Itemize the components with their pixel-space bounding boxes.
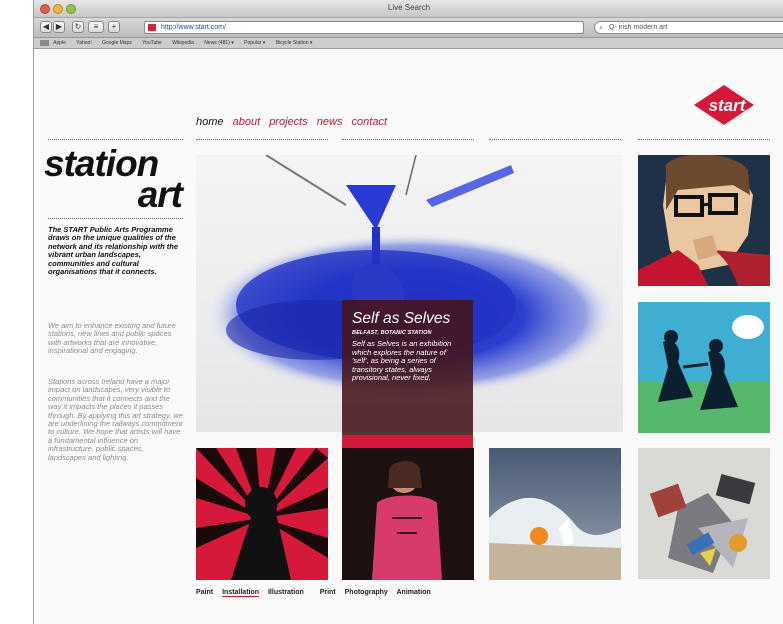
search-field[interactable]: ⌕ Q- irish modern art xyxy=(594,21,783,34)
thumbnail-figure[interactable] xyxy=(342,448,474,580)
divider xyxy=(638,139,770,140)
wave-orange-ball-photo-icon xyxy=(489,448,621,580)
caption-accent-bar xyxy=(342,435,473,448)
thumbnail-red-rays[interactable] xyxy=(196,448,328,580)
nav-news[interactable]: news xyxy=(317,116,343,128)
divider xyxy=(48,218,183,219)
back-arrow-icon[interactable]: ◀ xyxy=(40,21,52,33)
category-photography[interactable]: Photography xyxy=(345,589,388,596)
feature-caption[interactable]: Self as Selves BELFAST, BOTANIC STATION … xyxy=(342,300,473,435)
search-field-value: Q- irish modern art xyxy=(609,24,668,31)
bookmark-item[interactable]: Bicycle Station ▾ xyxy=(276,40,313,46)
browser-toolbar: ◀ ▶ ↻ ≡ + http://www.start.com/ ⌕ Q- iri… xyxy=(34,18,783,38)
feature-location: BELFAST, BOTANIC STATION xyxy=(352,330,432,336)
web-page: start home about projects news contact s… xyxy=(34,50,783,624)
logo-text: start xyxy=(709,96,747,115)
woman-in-pink-photo-icon xyxy=(342,448,474,580)
category-filter: Paint Installation Illustration Print Ph… xyxy=(196,589,438,597)
category-paint[interactable]: Paint xyxy=(196,589,213,596)
thumbnail-silhouettes[interactable] xyxy=(638,302,770,433)
bookmark-item[interactable]: Google Maps xyxy=(102,40,132,46)
browser-window: Live Search ◀ ▶ ↻ ≡ + http://www.start.c… xyxy=(33,0,783,624)
nav-home[interactable]: home xyxy=(196,116,224,128)
bookmark-book-icon[interactable]: ≡ xyxy=(88,21,104,33)
start-logo-diamond-icon: start xyxy=(694,85,754,125)
body-paragraph-2: Stations across Ireland have a major imp… xyxy=(48,377,183,462)
bookmark-item[interactable]: News (481) ▾ xyxy=(204,40,233,46)
category-illustration[interactable]: Illustration xyxy=(268,589,304,596)
forward-arrow-icon[interactable]: ▶ xyxy=(53,21,65,33)
divider xyxy=(196,139,328,140)
letter-sculpture-illustration-icon xyxy=(638,448,770,579)
bookmarks-book-icon[interactable] xyxy=(40,39,49,46)
thumbnail-letters-sculpture[interactable] xyxy=(638,448,770,579)
intro-text: The START Public Arts Programme draws on… xyxy=(48,225,179,277)
window-title: Live Search xyxy=(387,3,431,12)
nav-contact[interactable]: contact xyxy=(352,116,387,128)
bookmark-item[interactable]: Yahoo! xyxy=(76,40,91,46)
dancing-silhouettes-illustration-icon xyxy=(638,302,770,433)
start-logo[interactable]: start xyxy=(694,85,754,125)
category-animation[interactable]: Animation xyxy=(396,589,430,596)
category-installation[interactable]: Installation xyxy=(222,589,260,597)
divider xyxy=(342,139,474,140)
address-bar-value: http://www.start.com/ xyxy=(161,24,226,31)
nav-about[interactable]: about xyxy=(233,116,261,128)
main-nav: home about projects news contact xyxy=(196,116,393,128)
nav-projects[interactable]: projects xyxy=(269,116,308,128)
feature-title: Self as Selves xyxy=(352,310,451,327)
feature-description: Self as Selves is an exhibition which ex… xyxy=(352,339,452,382)
title-bar: Live Search xyxy=(34,0,783,18)
reload-icon[interactable]: ↻ xyxy=(72,21,84,33)
category-print[interactable]: Print xyxy=(320,589,336,596)
divider xyxy=(489,139,621,140)
thumbnail-portrait[interactable] xyxy=(638,155,770,286)
divider xyxy=(48,139,183,140)
body-paragraph-1: We aim to enhance existing and future st… xyxy=(48,321,176,356)
bookmark-item[interactable]: Apple xyxy=(53,40,66,46)
man-with-glasses-illustration-icon xyxy=(638,155,770,286)
search-magnifier-icon: ⌕ xyxy=(599,25,603,32)
add-bookmark-plus-icon[interactable]: + xyxy=(108,21,120,33)
sunburst-figure-illustration-icon xyxy=(196,448,328,580)
bookmark-item[interactable]: YouTube xyxy=(142,40,162,46)
site-favicon-icon xyxy=(148,24,156,31)
bookmark-item[interactable]: Wikipedia xyxy=(172,40,194,46)
page-title: station art xyxy=(44,145,184,213)
address-bar[interactable]: http://www.start.com/ xyxy=(144,21,584,34)
bookmark-item[interactable]: Popular ▾ xyxy=(244,40,265,46)
thumbnail-wave[interactable] xyxy=(489,448,621,580)
bookmarks-bar: Apple Yahoo! Google Maps YouTube Wikiped… xyxy=(34,38,783,49)
